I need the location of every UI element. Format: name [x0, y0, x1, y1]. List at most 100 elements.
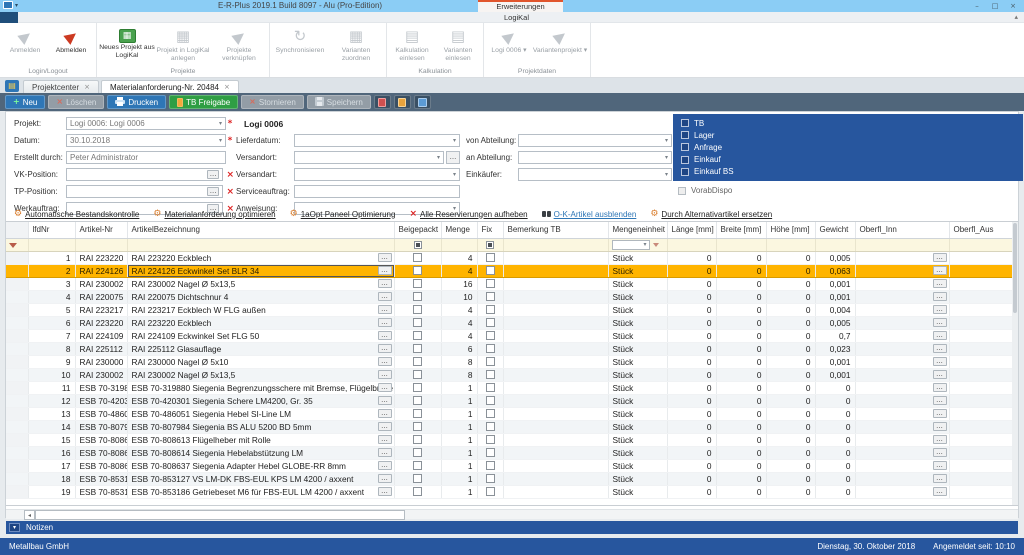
cell-artikel-nr[interactable]: RAI 224126	[75, 263, 128, 278]
cell-laenge[interactable]: 0	[667, 368, 717, 382]
lookup-icon[interactable]: ...	[377, 461, 392, 470]
table-row[interactable]: 16 ESB 70-808614 ESB 70-808614 Siegenia …	[6, 446, 1013, 460]
cell-artikel-nr[interactable]: ESB 70-853186	[75, 485, 128, 499]
cell-artikel-nr[interactable]: RAI 224109	[75, 329, 128, 343]
lookup-icon[interactable]: ...	[377, 279, 392, 288]
cell-artikel-nr[interactable]: ESB 70-808614	[75, 446, 128, 460]
lookup-icon[interactable]: ...	[932, 253, 947, 262]
cell-fix[interactable]	[477, 381, 504, 395]
cell-lfdnr[interactable]: 8	[28, 342, 76, 356]
checkbox[interactable]	[485, 409, 495, 418]
cell-fix[interactable]	[477, 485, 504, 499]
lookup-icon[interactable]: ...	[377, 383, 392, 392]
checkbox[interactable]	[485, 370, 495, 379]
column-header-fix[interactable]: Fix	[477, 222, 504, 239]
cell-breite[interactable]: 0	[716, 251, 767, 265]
tab-materialanforderung[interactable]: Materialanforderung-Nr. 20484 ×	[101, 80, 239, 93]
cell-oberfl-inn[interactable]: ...	[855, 329, 950, 343]
cell-oberfl-aus[interactable]	[949, 485, 1013, 499]
column-header-oberfl-aus[interactable]: Oberfl_Aus	[949, 222, 1013, 239]
cell-menge[interactable]: 1	[441, 446, 478, 460]
cell-fix[interactable]	[477, 263, 504, 278]
checkbox[interactable]	[413, 461, 422, 470]
cell-beigepackt[interactable]	[394, 381, 442, 395]
kalkulation-einlesen-button[interactable]: ▤ Kalkulation einlesen	[389, 24, 435, 67]
table-row[interactable]: 9 RAI 230000 RAI 230000 Nagel Ø 5x10... …	[6, 355, 1013, 369]
versandart-select[interactable]: ▾	[294, 168, 460, 181]
cell-bemerkung-tb[interactable]	[503, 485, 609, 499]
cell-laenge[interactable]: 0	[667, 485, 717, 499]
quick-access-caret-icon[interactable]: ▾	[15, 2, 18, 9]
cell-laenge[interactable]: 0	[667, 303, 717, 317]
cell-hoehe[interactable]: 0	[766, 433, 816, 447]
cell-menge[interactable]: 1	[441, 381, 478, 395]
cell-mengeneinheit[interactable]: Stück	[608, 446, 668, 460]
cell-laenge[interactable]: 0	[667, 251, 717, 265]
table-row[interactable]: 1 RAI 223220 RAI 223220 Eckblech... 4 St…	[6, 251, 1013, 265]
cell-lfdnr[interactable]: 4	[28, 290, 76, 304]
lookup-icon[interactable]: ...	[377, 318, 392, 327]
cell-bemerkung-tb[interactable]	[503, 368, 609, 382]
cell-artikel-nr[interactable]: ESB 70-807984	[75, 420, 128, 434]
column-header-breite[interactable]: Breite [mm]	[716, 222, 767, 239]
cell-gewicht[interactable]: 0,001	[815, 277, 856, 291]
table-row[interactable]: 14 ESB 70-807984 ESB 70-807984 Siegenia …	[6, 420, 1013, 434]
cell-oberfl-inn[interactable]: ...	[855, 316, 950, 330]
cell-oberfl-inn[interactable]: ...	[855, 433, 950, 447]
cell-mengeneinheit[interactable]: Stück	[608, 251, 668, 265]
cell-beigepackt[interactable]	[394, 303, 442, 317]
filter-cell[interactable]	[815, 238, 856, 252]
table-row[interactable]: 5 RAI 223217 RAI 223217 Eckblech W FLG a…	[6, 303, 1013, 317]
cell-menge[interactable]: 4	[441, 263, 478, 278]
lookup-icon[interactable]: ...	[377, 331, 392, 340]
checkbox[interactable]	[681, 155, 689, 164]
cell-gewicht[interactable]: 0	[815, 433, 856, 447]
filter-cell[interactable]	[855, 238, 950, 252]
menu-item-logikal[interactable]: LogiKal	[495, 12, 538, 23]
cell-laenge[interactable]: 0	[667, 459, 717, 473]
cell-artikel-nr[interactable]: ESB 70-853127	[75, 472, 128, 486]
cell-laenge[interactable]: 0	[667, 342, 717, 356]
versandort-lookup-button[interactable]: ...	[446, 151, 460, 164]
table-row[interactable]: 19 ESB 70-853186 ESB 70-853186 Getriebes…	[6, 485, 1013, 499]
checkbox[interactable]	[678, 186, 686, 195]
lookup-icon[interactable]: ...	[206, 187, 220, 196]
cell-lfdnr[interactable]: 6	[28, 316, 76, 330]
cell-beigepackt[interactable]	[394, 368, 442, 382]
cell-beigepackt[interactable]	[394, 472, 442, 486]
cell-beigepackt[interactable]	[394, 459, 442, 473]
lookup-icon[interactable]: ...	[932, 487, 947, 496]
cell-mengeneinheit[interactable]: Stück	[608, 303, 668, 317]
status-checkbox-item[interactable]: Einkauf	[681, 155, 1015, 164]
cell-hoehe[interactable]: 0	[766, 459, 816, 473]
cell-artikel-nr[interactable]: RAI 230000	[75, 355, 128, 369]
ribbon-collapse-icon[interactable]: ▴	[1014, 12, 1018, 23]
expand-icon[interactable]: ▾	[9, 523, 20, 532]
table-row[interactable]: 10 RAI 230002 RAI 230002 Nagel Ø 5x13,5.…	[6, 368, 1013, 382]
cell-fix[interactable]	[477, 459, 504, 473]
cell-oberfl-aus[interactable]	[949, 433, 1013, 447]
cell-fix[interactable]	[477, 355, 504, 369]
cell-lfdnr[interactable]: 12	[28, 394, 76, 408]
table-row[interactable]: 6 RAI 223220 RAI 223220 Eckblech... 4 St…	[6, 316, 1013, 330]
cell-fix[interactable]	[477, 433, 504, 447]
cell-bemerkung-tb[interactable]	[503, 420, 609, 434]
checkbox[interactable]	[413, 383, 422, 392]
tb-freigabe-button[interactable]: TB Freigabe	[169, 95, 239, 109]
cell-hoehe[interactable]: 0	[766, 316, 816, 330]
filter-icon[interactable]	[9, 242, 17, 248]
table-row[interactable]: 12 ESB 70-420301 ESB 70-420301 Siegenia …	[6, 394, 1013, 408]
cell-fix[interactable]	[477, 303, 504, 317]
checkbox[interactable]	[413, 409, 422, 418]
cell-laenge[interactable]: 0	[667, 472, 717, 486]
vk-position-field[interactable]: ...	[66, 168, 224, 181]
scrollbar-thumb[interactable]	[35, 510, 405, 520]
link-materialanforderung-optimieren[interactable]: ⚙ Materialanforderung optimieren	[153, 209, 275, 219]
cell-lfdnr[interactable]: 10	[28, 368, 76, 382]
cell-breite[interactable]: 0	[716, 290, 767, 304]
cell-artikel-nr[interactable]: RAI 223220	[75, 316, 128, 330]
cell-lfdnr[interactable]: 1	[28, 251, 76, 265]
cell-oberfl-inn[interactable]: ...	[855, 446, 950, 460]
checkbox[interactable]	[485, 344, 495, 353]
close-icon[interactable]: ×	[224, 83, 230, 91]
